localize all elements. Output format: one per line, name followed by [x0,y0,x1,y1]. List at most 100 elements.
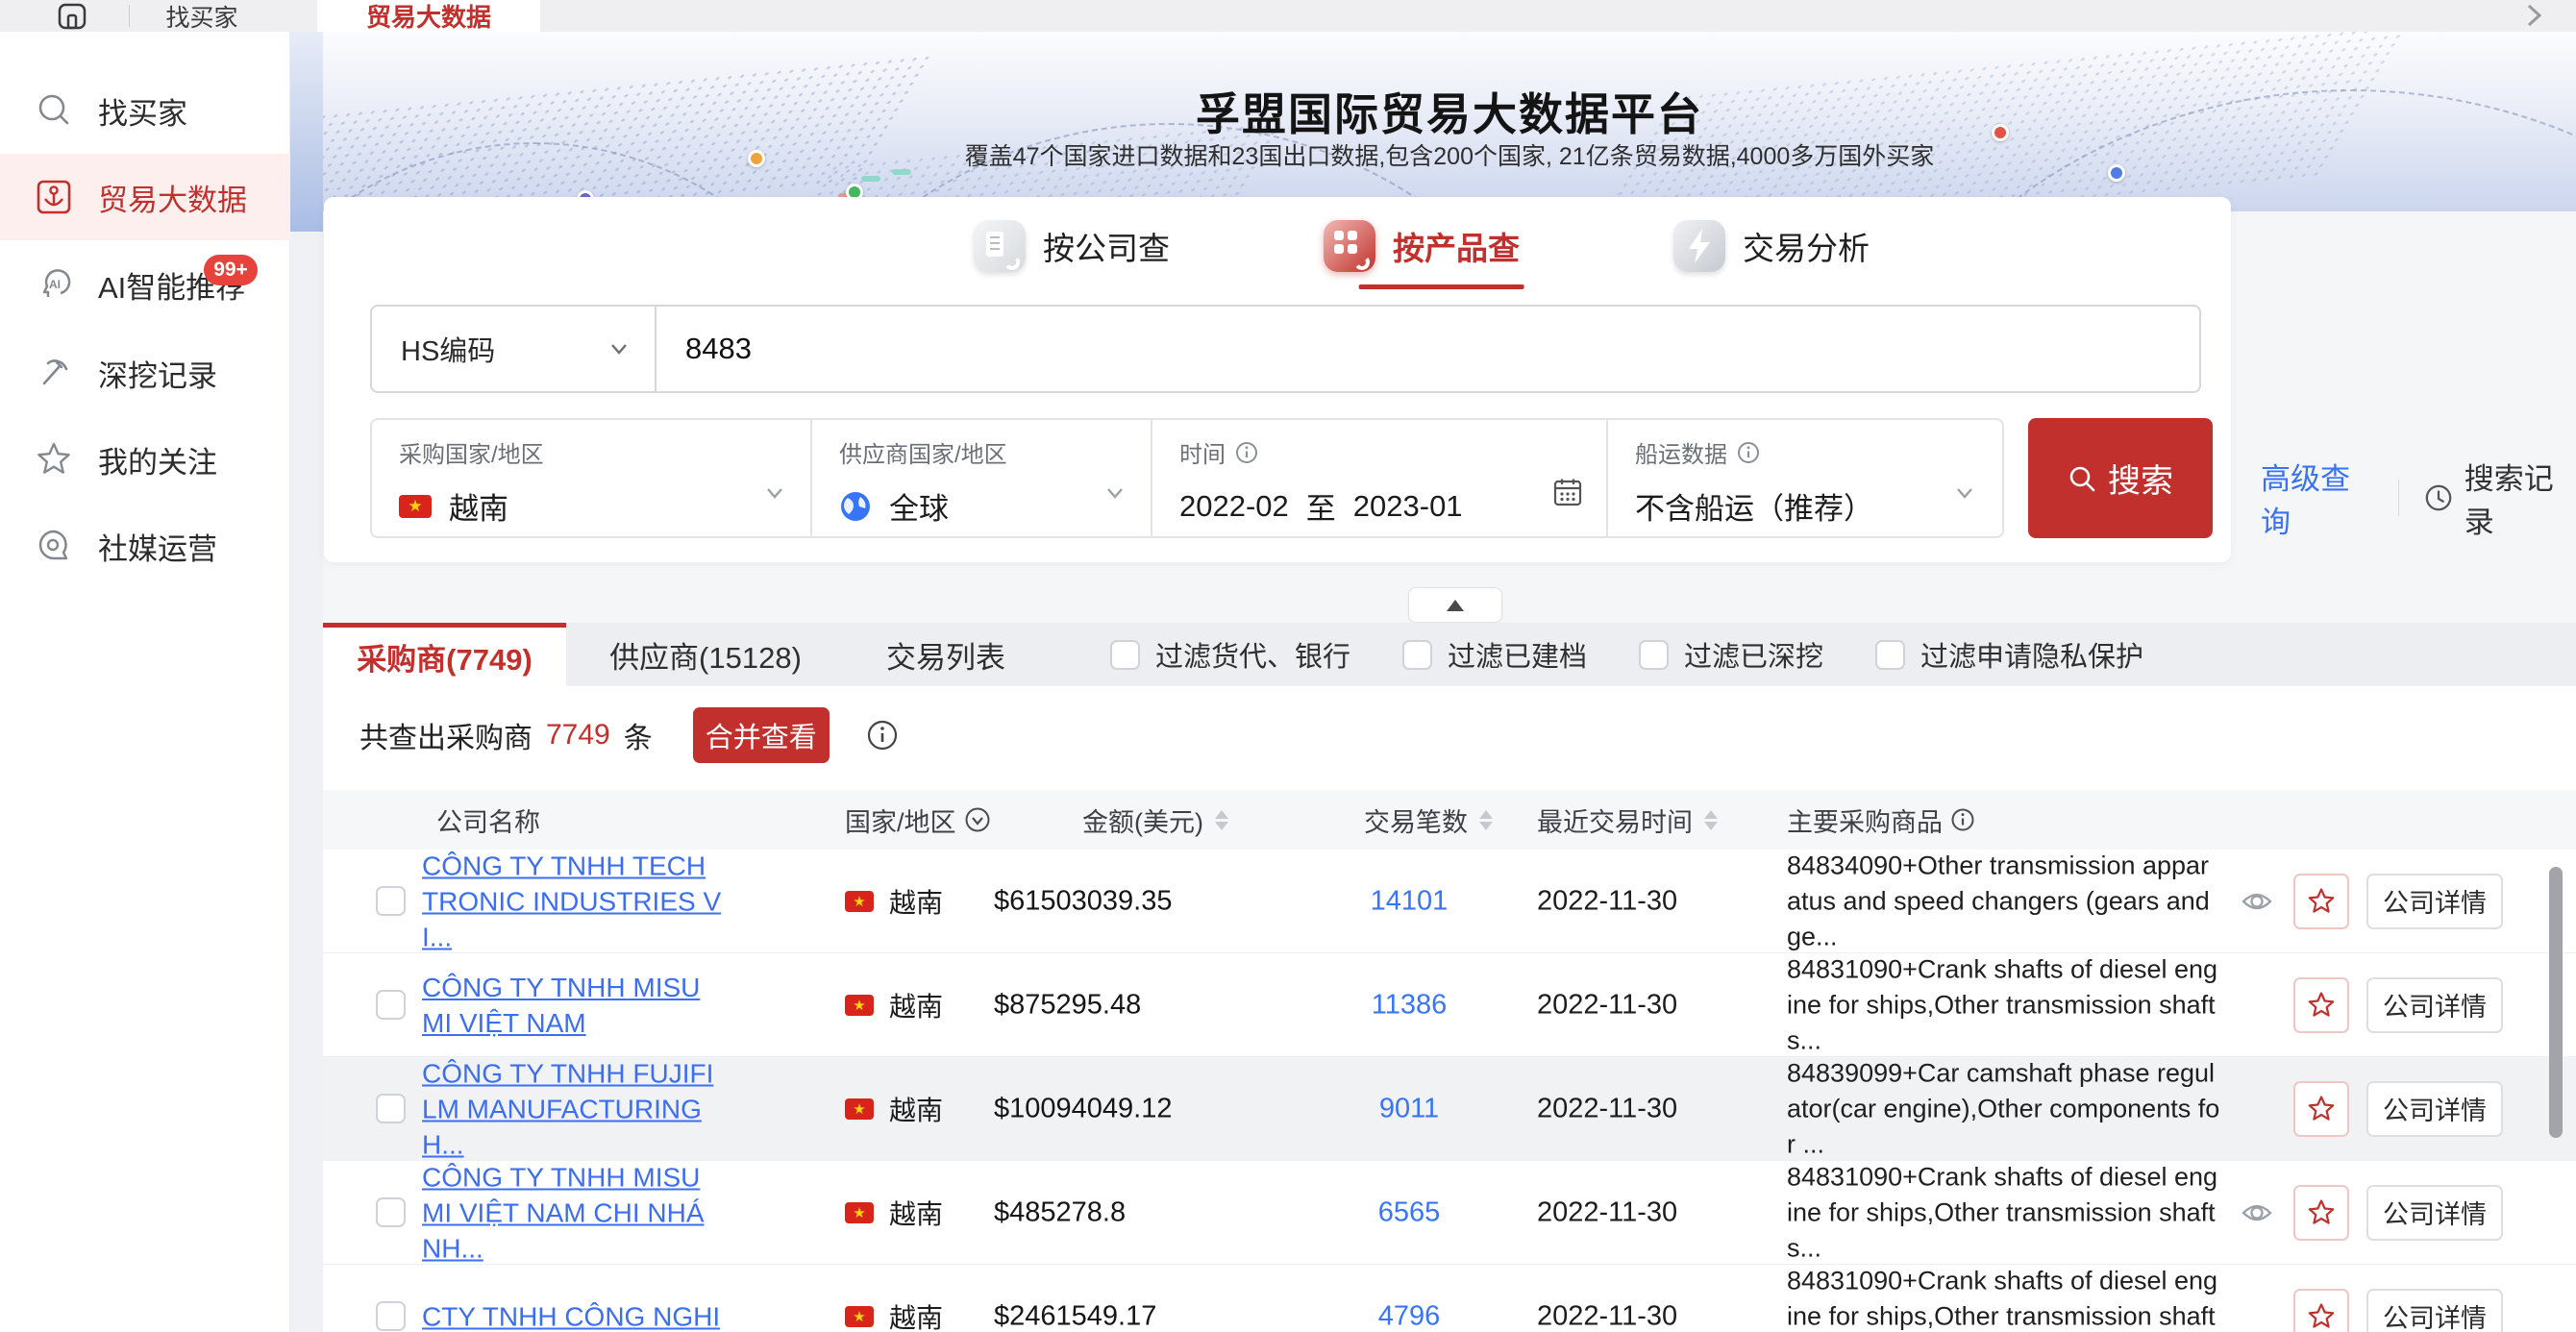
sidebar-item-trade-data[interactable]: 贸易大数据 [0,154,290,240]
sidebar-item-find-buyers[interactable]: 找买家 [0,67,290,154]
search-type-select[interactable]: HS编码 [372,307,656,391]
checkbox[interactable] [1875,640,1905,670]
transaction-count-link[interactable]: 6565 [1323,1196,1496,1228]
results-scrollbar-thumb[interactable] [2549,867,2563,1138]
filter-privacy-protected[interactable]: 过滤申请隐私保护 [1875,634,2143,675]
company-link[interactable]: CÔNG TY TNHH TECHTRONIC INDUSTRIES VI... [422,850,722,954]
buyer-country-select[interactable]: 采购国家/地区 ★ 越南 [372,420,812,536]
amount-cell: $2461549.17 [994,1300,1156,1332]
transaction-count-link[interactable]: 4796 [1323,1300,1496,1332]
company-detail-button[interactable]: 公司详情 [2366,1289,2503,1332]
top-tab-trade-data[interactable]: 贸易大数据 [317,0,540,32]
summary-suffix: 条 [624,714,653,756]
row-checkbox[interactable] [376,1197,406,1227]
filter-forwarders-banks[interactable]: 过滤货代、银行 [1110,634,1350,675]
company-link[interactable]: CÔNG TY TNHH MISUMI VIỆT NAM [422,970,722,1041]
company-detail-button[interactable]: 公司详情 [2366,1185,2503,1241]
search-button[interactable]: 搜索 [2028,418,2213,538]
country-filter-icon[interactable] [964,806,991,833]
sidebar-item-social-media[interactable]: 社媒运营 [0,503,290,589]
amount-cell: $61503039.35 [994,885,1172,917]
column-last-date-sort[interactable]: 最近交易时间 [1537,790,1718,850]
tab-transaction-analysis[interactable]: 交易分析 [1673,220,1870,272]
home-button[interactable] [53,2,91,31]
supplier-country-select[interactable]: 供应商国家/地区 全球 [812,420,1152,536]
products-cell: 84831090+Crank shafts of diesel engine f… [1787,951,2221,1058]
tab-search-by-product[interactable]: 按产品查 [1324,220,1520,272]
products-cell: 84831090+Crank shafts of diesel engine f… [1787,1263,2221,1332]
filter-archived[interactable]: 过滤已建档 [1402,634,1587,675]
search-icon [2068,464,2096,493]
advanced-query-link[interactable]: 高级查询 [2261,455,2373,541]
amount-cell: $485278.8 [994,1196,1126,1228]
tab-label: 按公司查 [1043,223,1170,269]
company-link[interactable]: CÔNG TY TNHH MISUMI VIỆT NAM CHI NHÁNH..… [422,1159,722,1266]
analysis-icon [1673,220,1725,272]
date-range-picker[interactable]: 时间 2022-02 至 2023-01 [1152,420,1608,536]
sidebar-item-label: 找买家 [98,89,187,133]
company-detail-button[interactable]: 公司详情 [2366,1081,2503,1137]
page-scrollbar-track[interactable] [290,32,323,1332]
info-icon[interactable] [866,719,899,752]
sidebar-item-dig-records[interactable]: 深挖记录 [0,330,290,416]
hs-code-input[interactable] [656,307,2199,391]
filter-deep-dug[interactable]: 过滤已深挖 [1639,634,1823,675]
company-detail-button[interactable]: 公司详情 [2366,874,2503,929]
favorite-star-button[interactable] [2293,874,2349,929]
merge-view-button[interactable]: 合并查看 [693,707,830,763]
transaction-count-link[interactable]: 14101 [1323,885,1496,917]
transaction-count-link[interactable]: 9011 [1323,1093,1496,1124]
checkbox-label: 过滤货代、银行 [1155,634,1350,675]
viewed-eye-icon [2240,884,2274,919]
sidebar-item-ai-recommend[interactable]: AI AI智能推荐 99+ [0,241,290,328]
tab-transaction-list[interactable]: 交易列表 [845,623,1047,686]
favorite-star-button[interactable] [2293,1185,2349,1241]
collapse-search-panel-button[interactable] [1408,587,1502,623]
tab-suppliers[interactable]: 供应商(15128) [566,623,845,686]
tab-buyers[interactable]: 采购商(7749) [323,623,566,686]
keyword-search-bar: HS编码 [370,305,2201,393]
result-filter-checkboxes: 过滤货代、银行 过滤已建档 过滤已深挖 过滤申请隐私保护 [1110,623,2143,686]
row-checkbox[interactable] [376,990,406,1020]
favorite-star-button[interactable] [2293,977,2349,1033]
checkbox-label: 过滤已建档 [1448,634,1587,675]
favorite-star-button[interactable] [2293,1289,2349,1332]
company-detail-button[interactable]: 公司详情 [2366,977,2503,1033]
checkbox[interactable] [1110,640,1140,670]
info-icon[interactable] [1235,441,1258,464]
favorite-star-button[interactable] [2293,1081,2349,1137]
pickaxe-icon [35,354,73,392]
checkbox[interactable] [1402,640,1432,670]
star-icon [2307,991,2336,1020]
row-checkbox[interactable] [376,886,406,916]
sidebar-item-my-follows[interactable]: 我的关注 [0,416,290,503]
info-icon[interactable] [1737,441,1760,464]
column-amount-sort[interactable]: 金额(美元) [1082,790,1228,850]
platform-title: 孚盟国际贸易大数据平台 [323,80,2576,143]
products-cell: 84834090+Other transmission apparatus an… [1787,850,2221,954]
column-transactions-sort[interactable]: 交易笔数 [1364,790,1493,850]
country-label: 越南 [889,1194,943,1232]
row-checkbox[interactable] [376,1301,406,1331]
info-icon[interactable] [1950,807,1975,832]
search-mode-tabs: 按公司查 按产品查 交易分析 [468,220,2375,272]
transaction-count-link[interactable]: 11386 [1323,989,1496,1021]
search-history-link[interactable]: 搜索记录 [2424,455,2576,541]
shipping-data-select[interactable]: 船运数据 不含船运（推荐） [1608,420,2000,536]
vietnam-flag-icon: ★ [845,995,874,1016]
checkbox[interactable] [1639,640,1669,670]
page-scrollbar-thumb[interactable] [290,32,323,232]
tab-search-by-company[interactable]: 按公司查 [974,220,1170,272]
column-country: 国家/地区 [845,790,991,850]
row-checkbox[interactable] [376,1094,406,1123]
search-type-value: HS编码 [401,329,495,369]
company-link[interactable]: CÔNG TY TNHH FUJIFILM MANUFACTURING H... [422,1055,722,1162]
filter-row: 采购国家/地区 ★ 越南 供应商国家/地区 全球 [370,418,2004,538]
company-link[interactable]: CTY TNHH CÔNG NGHI [422,1298,722,1332]
tab-scroll-right-button[interactable] [2516,1,2551,30]
company-search-icon [974,220,1026,272]
top-tab-find-buyers[interactable]: 找买家 [144,0,260,32]
calendar-icon [1552,477,1583,507]
links-divider [2398,480,2399,516]
checkbox-label: 过滤申请隐私保护 [1920,634,2143,675]
